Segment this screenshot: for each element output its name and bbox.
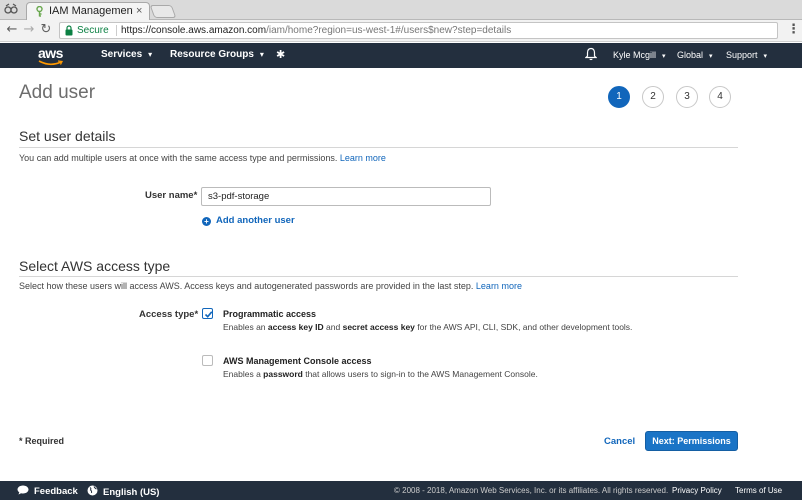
access-type-description: Select how these users will access AWS. … bbox=[19, 281, 522, 291]
access-type-heading: Select AWS access type bbox=[19, 258, 171, 274]
page-title: Add user bbox=[19, 82, 96, 103]
console-footer: Feedback English (US) © 2008 - 2018, Ama… bbox=[0, 481, 802, 500]
forward-icon[interactable]: → bbox=[21, 22, 37, 38]
reload-icon[interactable]: ↻ bbox=[38, 22, 54, 38]
aws-logo[interactable]: aws bbox=[38, 45, 63, 66]
user-details-heading: Set user details bbox=[19, 128, 116, 144]
address-separator bbox=[116, 25, 117, 36]
language-selector[interactable]: English (US) bbox=[87, 485, 159, 498]
copyright-text: © 2008 - 2018, Amazon Web Services, Inc.… bbox=[394, 486, 669, 495]
secure-label: Secure bbox=[77, 25, 109, 36]
step-4[interactable]: 4 bbox=[709, 86, 731, 108]
region-menu[interactable]: Global ▾ bbox=[677, 50, 713, 60]
checkmark-icon bbox=[204, 311, 213, 318]
privacy-policy-link[interactable]: Privacy Policy bbox=[672, 486, 722, 495]
programmatic-access-checkbox[interactable] bbox=[202, 308, 213, 319]
aws-console-nav: aws Services ▾ Resource Groups ▾ ✱ Kyle Mc… bbox=[0, 43, 802, 68]
console-access-description: Enables a password that allows users to … bbox=[223, 369, 538, 379]
window-menu-icon[interactable] bbox=[3, 3, 19, 17]
divider bbox=[19, 147, 738, 148]
tab-title: IAM Management C bbox=[49, 5, 133, 17]
chevron-down-icon: ▾ bbox=[709, 52, 713, 60]
resource-groups-menu[interactable]: Resource Groups ▾ bbox=[170, 49, 264, 60]
tab-close-icon[interactable]: × bbox=[136, 5, 142, 18]
add-another-user-link[interactable]: + Add another user bbox=[202, 215, 295, 226]
chevron-down-icon: ▾ bbox=[763, 52, 768, 60]
address-toolbar: ← → ↻ Secure https://console.aws.amazon.… bbox=[0, 20, 802, 42]
chevron-down-icon: ▾ bbox=[662, 52, 666, 60]
speech-bubble-icon bbox=[17, 485, 29, 495]
learn-more-link[interactable]: Learn more bbox=[340, 153, 386, 163]
browser-menu-icon[interactable]: ⋮ bbox=[787, 22, 800, 37]
divider bbox=[19, 276, 738, 277]
terms-of-use-link[interactable]: Terms of Use bbox=[735, 486, 782, 495]
new-tab-button[interactable] bbox=[149, 5, 177, 18]
step-2[interactable]: 2 bbox=[642, 86, 664, 108]
account-menu[interactable]: Kyle Mcgill ▾ bbox=[613, 50, 666, 60]
support-menu[interactable]: Support ▾ bbox=[726, 50, 767, 60]
chevron-down-icon: ▾ bbox=[148, 50, 153, 59]
address-bar[interactable]: Secure https://console.aws.amazon.com/ia… bbox=[59, 22, 778, 39]
back-icon[interactable]: ← bbox=[4, 22, 20, 38]
console-access-checkbox[interactable] bbox=[202, 355, 213, 366]
step-1[interactable]: 1 bbox=[608, 86, 630, 108]
required-note: * Required bbox=[19, 436, 65, 446]
access-type-label: Access type* bbox=[139, 309, 199, 320]
bell-icon[interactable] bbox=[585, 47, 597, 61]
aws-smile-icon bbox=[38, 60, 63, 66]
user-name-input[interactable] bbox=[201, 187, 491, 206]
feedback-link[interactable]: Feedback bbox=[17, 485, 78, 497]
globe-icon bbox=[87, 485, 98, 496]
user-details-description: You can add multiple users at once with … bbox=[19, 153, 386, 163]
next-permissions-button[interactable]: Next: Permissions bbox=[645, 431, 738, 451]
services-menu[interactable]: Services ▾ bbox=[101, 49, 152, 60]
key-favicon-icon bbox=[36, 6, 43, 17]
chevron-down-icon: ▾ bbox=[259, 50, 264, 59]
cancel-button[interactable]: Cancel bbox=[604, 436, 635, 447]
browser-tab[interactable]: IAM Management C × bbox=[26, 2, 150, 20]
programmatic-access-description: Enables an access key ID and secret acce… bbox=[223, 322, 633, 332]
programmatic-access-title: Programmatic access bbox=[223, 309, 317, 319]
user-name-label: User name* bbox=[145, 190, 198, 201]
lock-icon bbox=[65, 25, 73, 36]
url-text[interactable]: https://console.aws.amazon.com/iam/home?… bbox=[121, 25, 511, 36]
console-access-title: AWS Management Console access bbox=[223, 356, 372, 366]
learn-more-link[interactable]: Learn more bbox=[476, 281, 522, 291]
step-3[interactable]: 3 bbox=[676, 86, 698, 108]
plus-circle-icon: + bbox=[202, 217, 211, 226]
pin-icon[interactable]: ✱ bbox=[276, 48, 285, 61]
browser-tab-bar: IAM Management C × bbox=[0, 0, 802, 20]
